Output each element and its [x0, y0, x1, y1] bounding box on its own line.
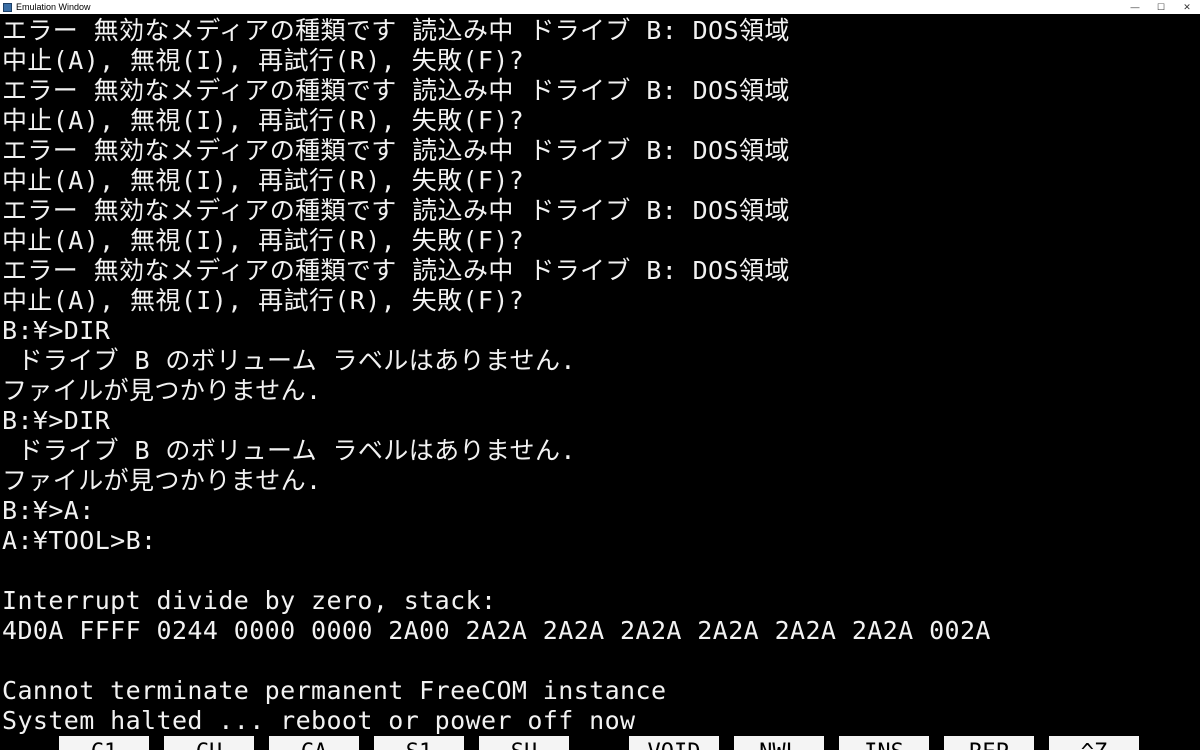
fkey-rep[interactable]: REP	[944, 736, 1034, 750]
console-line: ドライブ B のボリューム ラベルはありません.	[2, 346, 576, 375]
console-line: エラー 無効なメディアの種類です 読込み中 ドライブ B: DOS領域	[2, 136, 790, 165]
console-line: 中止(A), 無視(I), 再試行(R), 失敗(F)?	[2, 166, 525, 195]
console-line: Interrupt divide by zero, stack:	[2, 586, 497, 615]
console-line: 中止(A), 無視(I), 再試行(R), 失敗(F)?	[2, 106, 525, 135]
fkey-ca[interactable]: CA	[269, 736, 359, 750]
console-line: A:¥TOOL>B:	[2, 526, 157, 555]
console-line: エラー 無効なメディアの種類です 読込み中 ドライブ B: DOS領域	[2, 256, 790, 285]
console-line: エラー 無効なメディアの種類です 読込み中 ドライブ B: DOS領域	[2, 196, 790, 225]
fkey-void[interactable]: VOID	[629, 736, 719, 750]
console-line: エラー 無効なメディアの種類です 読込み中 ドライブ B: DOS領域	[2, 16, 790, 45]
window-title: Emulation Window	[16, 2, 91, 12]
console-line: System halted ... reboot or power off no…	[2, 706, 636, 735]
fkey-nwl[interactable]: NWL	[734, 736, 824, 750]
fkey-ins[interactable]: INS	[839, 736, 929, 750]
console-line: 中止(A), 無視(I), 再試行(R), 失敗(F)?	[2, 226, 525, 255]
function-key-bar: C1 CU CA S1 SU VOID NWL INS REP ^Z	[0, 736, 1200, 750]
fkey-su[interactable]: SU	[479, 736, 569, 750]
console-line: B:¥>DIR	[2, 316, 111, 345]
fkey-ctrl-z[interactable]: ^Z	[1049, 736, 1139, 750]
console-line: 4D0A FFFF 0244 0000 0000 2A00 2A2A 2A2A …	[2, 616, 991, 645]
maximize-button[interactable]: ☐	[1148, 0, 1174, 14]
console-line: エラー 無効なメディアの種類です 読込み中 ドライブ B: DOS領域	[2, 76, 790, 105]
console-line: ドライブ B のボリューム ラベルはありません.	[2, 436, 576, 465]
fkey-c1[interactable]: C1	[59, 736, 149, 750]
console-line: 中止(A), 無視(I), 再試行(R), 失敗(F)?	[2, 286, 525, 315]
console-line: B:¥>A:	[2, 496, 95, 525]
title-bar: Emulation Window — ☐ ✕	[0, 0, 1200, 14]
close-button[interactable]: ✕	[1174, 0, 1200, 14]
console-line: ファイルが見つかりません.	[2, 466, 322, 495]
fkey-cu[interactable]: CU	[164, 736, 254, 750]
console-line: 中止(A), 無視(I), 再試行(R), 失敗(F)?	[2, 46, 525, 75]
minimize-button[interactable]: —	[1122, 0, 1148, 14]
app-icon	[3, 2, 12, 12]
fkey-s1[interactable]: S1	[374, 736, 464, 750]
console-line: B:¥>DIR	[2, 406, 111, 435]
console-screen[interactable]: エラー 無効なメディアの種類です 読込み中 ドライブ B: DOS領域 中止(A…	[0, 14, 1200, 736]
console-line: ファイルが見つかりません.	[2, 376, 322, 405]
console-line: Cannot terminate permanent FreeCOM insta…	[2, 676, 667, 705]
